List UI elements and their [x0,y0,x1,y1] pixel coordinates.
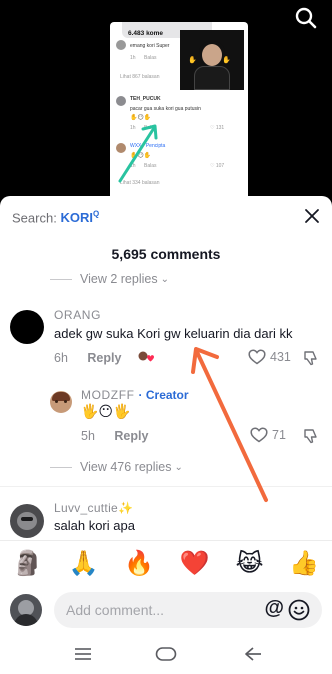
comment-input-row: Add comment... @ [0,586,332,634]
chevron-down-icon: ⌄ [160,273,169,285]
search-keyword-text[interactable]: KORI [60,210,93,225]
emoji-cat-joy[interactable]: 😹 [235,549,263,578]
smile-icon[interactable] [288,599,310,621]
screenshot-avatar [116,96,126,106]
dislike-icon[interactable] [303,350,319,366]
screenshot-time: 1h [130,125,136,131]
like-count[interactable]: 431 [248,349,291,365]
screenshot-emojis: ✋😶✋ [130,115,152,121]
home-icon[interactable] [155,646,177,662]
reply-button[interactable]: Reply [87,351,121,365]
search-label: Search: KORIQ [12,210,99,225]
emoji-fire[interactable]: 🔥 [124,549,154,578]
next-comment-text: salah kori apa [54,518,135,533]
view-more-replies[interactable]: View 476 replies ⌄ [50,460,183,474]
close-icon[interactable] [304,208,320,224]
comment-input-placeholder: Add comment... [66,602,165,618]
creator-username-row: MODZFF · Creator [81,388,189,402]
comment-input[interactable]: Add comment... @ [54,592,322,628]
screenshot-balas: Balas [144,55,157,61]
next-avatar[interactable] [10,504,44,538]
screenshot-balas: Balas [144,163,157,169]
my-avatar[interactable] [10,594,42,626]
screenshot-view-replies: Lihat 334 balasan [120,180,160,186]
screenshot-comment-count: 6.483 kome [128,30,164,37]
creator-like-count[interactable]: 71 [250,427,286,443]
search-keyword[interactable]: KORIQ [60,210,99,225]
comment-meta: 6h Reply [54,351,121,365]
screenshot-time: 1h [130,163,136,169]
emoji-moai[interactable]: 🗿 [13,549,43,578]
comment-username[interactable]: ORANG [54,308,101,322]
avatar[interactable] [10,310,44,344]
comment-text: adek gw suka Kori gw keluarin dia dari k… [54,326,293,341]
screenshot-avatar [116,40,126,50]
heart-outline-icon[interactable] [248,349,266,365]
emoji-heart[interactable]: ❤️ [180,549,210,578]
mention-icon[interactable]: @ [264,597,284,620]
screenshot-likes: ♡ 107 [210,163,225,169]
creator-badge: · Creator [138,388,189,402]
next-username[interactable]: Luvv_cuttie✨ [54,501,133,515]
screenshot-username: WXX · Pencipta [130,143,166,149]
comment-time: 6h [54,351,68,365]
screenshot-text: emang kori Super [130,43,170,49]
creator-liked-icon [138,351,154,362]
screenshot-video-thumb: ✋ ✋ [180,30,244,90]
menu-icon[interactable] [74,646,92,662]
screenshot-time: 1h [130,55,136,61]
video-area[interactable]: 6.483 kome emang kori Super 1h Balas Lih… [0,0,332,196]
system-navbar [0,634,332,674]
creator-reply-button[interactable]: Reply [114,429,148,443]
screenshot-text: pacar gua suka kori gua putusin [130,106,201,112]
dislike-icon[interactable] [303,428,319,444]
screenshot-avatar [116,143,126,153]
creator-like-count-value: 71 [272,428,286,442]
emoji-bar: 🗿 🙏 🔥 ❤️ 😹 👍 [0,540,332,586]
creator-reply-text: 🖐😶🖐 [81,403,131,419]
search-small-icon: Q [92,210,100,219]
emoji-thumbs-up[interactable]: 👍 [289,549,319,578]
screenshot-likes: ♡ 131 [210,125,225,131]
back-icon[interactable] [244,646,262,662]
creator-reply-meta: 5h Reply [81,429,148,443]
screenshot-balas: Balas [144,125,157,131]
screenshot-emojis: ✋😶✋ [130,153,152,159]
search-prefix: Search: [12,210,57,226]
screenshot-username: TEH_PUCUK [130,96,161,102]
creator-avatar[interactable] [50,391,72,413]
view-replies-top[interactable]: View 2 replies ⌄ [50,272,169,286]
divider [0,486,332,487]
heart-outline-icon[interactable] [250,427,268,443]
creator-username[interactable]: MODZFF [81,388,135,402]
view-more-replies-label[interactable]: View 476 replies [80,460,172,474]
creator-reply-time: 5h [81,429,95,443]
emoji-pray[interactable]: 🙏 [69,549,99,578]
screenshot-view-replies: Lihat 867 balasan [120,74,160,80]
comment-count: 5,695 comments [111,246,221,262]
chevron-down-icon: ⌄ [174,461,183,473]
like-count-value: 431 [270,350,291,364]
view-replies-top-label[interactable]: View 2 replies [80,272,158,286]
embedded-screenshot: 6.483 kome emang kori Super 1h Balas Lih… [110,22,248,196]
search-icon[interactable] [294,6,318,30]
